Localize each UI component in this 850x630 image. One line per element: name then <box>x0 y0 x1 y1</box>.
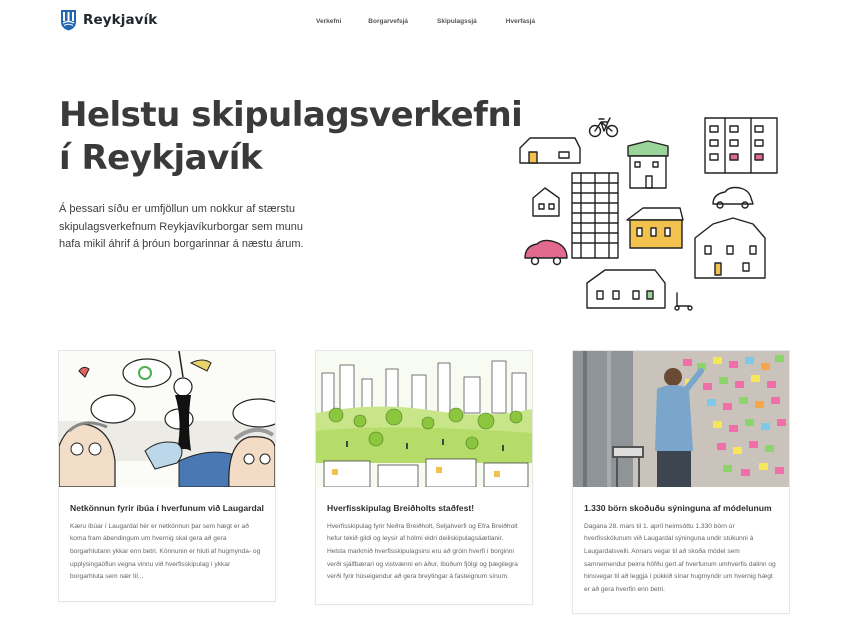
reykjavik-logo-icon <box>61 10 76 31</box>
house-illustration <box>519 137 581 164</box>
page-title-line-2: í Reykjavík <box>59 138 263 178</box>
page-title-line-1: Helstu skipulagsverkefni <box>59 95 523 135</box>
house-illustration <box>586 269 666 309</box>
nav-item-skipulagssja[interactable]: Skipulagssjá <box>437 18 477 25</box>
house-illustration <box>532 187 560 217</box>
card-text: Dagana 28. mars til 1. apríl heimsóttu 1… <box>584 522 776 594</box>
tower-illustration <box>571 172 619 259</box>
nav-item-hverfasja[interactable]: Hverfasjá <box>506 18 535 25</box>
nav-item-borgarvefsja[interactable]: Borgarvefsjá <box>368 18 408 25</box>
page-title: Helstu skipulagsverkefni í Reykjavík <box>59 94 523 180</box>
building-illustration <box>704 117 778 174</box>
logo[interactable]: Reykjavík <box>60 9 157 31</box>
car-illustration <box>524 239 568 266</box>
card-image-neighborhood <box>316 351 532 487</box>
card-title[interactable]: Netkönnun fyrir íbúa í hverfunum við Lau… <box>70 503 264 514</box>
city-illustration <box>519 117 778 311</box>
logo-text: Reykjavík <box>83 12 158 28</box>
card-title[interactable]: 1.330 börn skoðuðu sýninguna af módelunu… <box>584 503 778 514</box>
car-illustration <box>712 186 754 209</box>
news-card[interactable]: 1.330 börn skoðuðu sýninguna af módelunu… <box>573 351 789 613</box>
scooter-illustration <box>674 292 693 311</box>
house-illustration <box>626 207 684 249</box>
nav-item-verkefni[interactable]: Verkefni <box>316 18 341 25</box>
bicycle-illustration <box>588 117 619 138</box>
intro-text: Á þessari síðu er umfjöllun um nokkur af… <box>59 203 304 250</box>
house-illustration <box>627 140 669 189</box>
card-title[interactable]: Hverfisskipulag Breiðholts staðfest! <box>327 503 521 514</box>
card-text: Hverfisskipulag fyrir Neðra Breiðholt, S… <box>327 522 518 581</box>
site-header: Reykjavík Verkefni Borgarvefsjá Skipulag… <box>0 0 850 40</box>
card-image-sticky-notes <box>573 351 789 487</box>
news-card[interactable]: Hverfisskipulag Breiðholts staðfest! Hve… <box>316 351 532 604</box>
house-illustration <box>694 217 766 279</box>
news-card[interactable]: Netkönnun fyrir íbúa í hverfunum við Lau… <box>59 351 275 601</box>
card-text: Kæru íbúar í Laugardal hér er netkönnun … <box>70 522 261 581</box>
card-image-cartoon <box>59 351 275 487</box>
main-nav: Verkefni Borgarvefsjá Skipulagssjá Hverf… <box>316 18 535 25</box>
